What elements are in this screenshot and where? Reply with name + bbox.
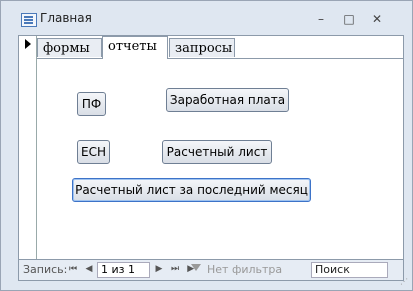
first-record-icon[interactable]: ⏮ <box>67 263 79 276</box>
tab-page-reports: ПФ Заработная плата ЕСН Расчетный лист Р… <box>37 59 403 260</box>
record-label: Запись: <box>23 263 68 276</box>
current-record-arrow-icon <box>25 39 31 49</box>
record-navigation-bar: Запись: ⏮ ◀ 1 из 1 ▶ ⏭ ▶* Нет фильтра По… <box>18 259 404 281</box>
window-title: Главная <box>40 11 92 25</box>
title-bar: Главная – □ ✕ <box>1 1 412 35</box>
filter-label: Нет фильтра <box>207 263 283 276</box>
form-body: формы отчеты запросы ПФ Заработная плата… <box>18 35 404 261</box>
form-window: Главная – □ ✕ формы отчеты запросы ПФ За… <box>0 0 413 291</box>
tab-queries[interactable]: запросы <box>169 38 235 57</box>
tab-strip: формы отчеты запросы <box>37 36 403 59</box>
record-selector[interactable] <box>19 36 37 260</box>
filter-toggle[interactable]: Нет фильтра <box>191 263 283 276</box>
payslip-button[interactable]: Расчетный лист <box>162 140 272 164</box>
previous-record-icon[interactable]: ◀ <box>83 263 95 276</box>
close-button[interactable]: ✕ <box>367 10 387 28</box>
pf-button[interactable]: ПФ <box>77 92 106 116</box>
resize-grip-icon[interactable]: ⋰ <box>400 277 408 286</box>
last-record-icon[interactable]: ⏭ <box>169 263 181 276</box>
record-count[interactable]: 1 из 1 <box>97 262 150 278</box>
minimize-button[interactable]: – <box>311 10 331 28</box>
maximize-button[interactable]: □ <box>339 10 359 28</box>
payslip-last-month-button[interactable]: Расчетный лист за последний месяц <box>72 178 311 202</box>
form-icon <box>21 13 37 27</box>
search-input[interactable]: Поиск <box>311 262 388 278</box>
filter-icon <box>191 264 201 271</box>
tab-forms[interactable]: формы <box>37 38 102 57</box>
esn-button[interactable]: ЕСН <box>77 140 110 164</box>
salary-button[interactable]: Заработная плата <box>166 88 289 112</box>
tab-reports[interactable]: отчеты <box>102 36 168 59</box>
next-record-icon[interactable]: ▶ <box>153 263 165 276</box>
